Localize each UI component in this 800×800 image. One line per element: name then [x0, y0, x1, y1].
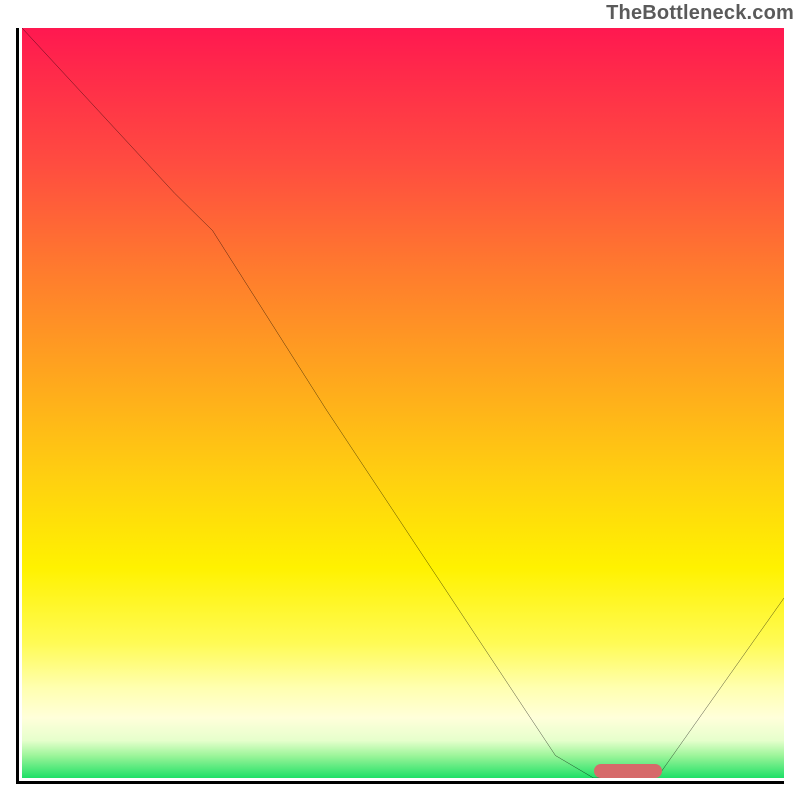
optimal-range-marker	[594, 764, 663, 778]
plot-area	[16, 28, 784, 784]
watermark-text: TheBottleneck.com	[606, 2, 794, 25]
bottleneck-curve	[22, 28, 784, 778]
chart-container: TheBottleneck.com	[0, 0, 800, 800]
